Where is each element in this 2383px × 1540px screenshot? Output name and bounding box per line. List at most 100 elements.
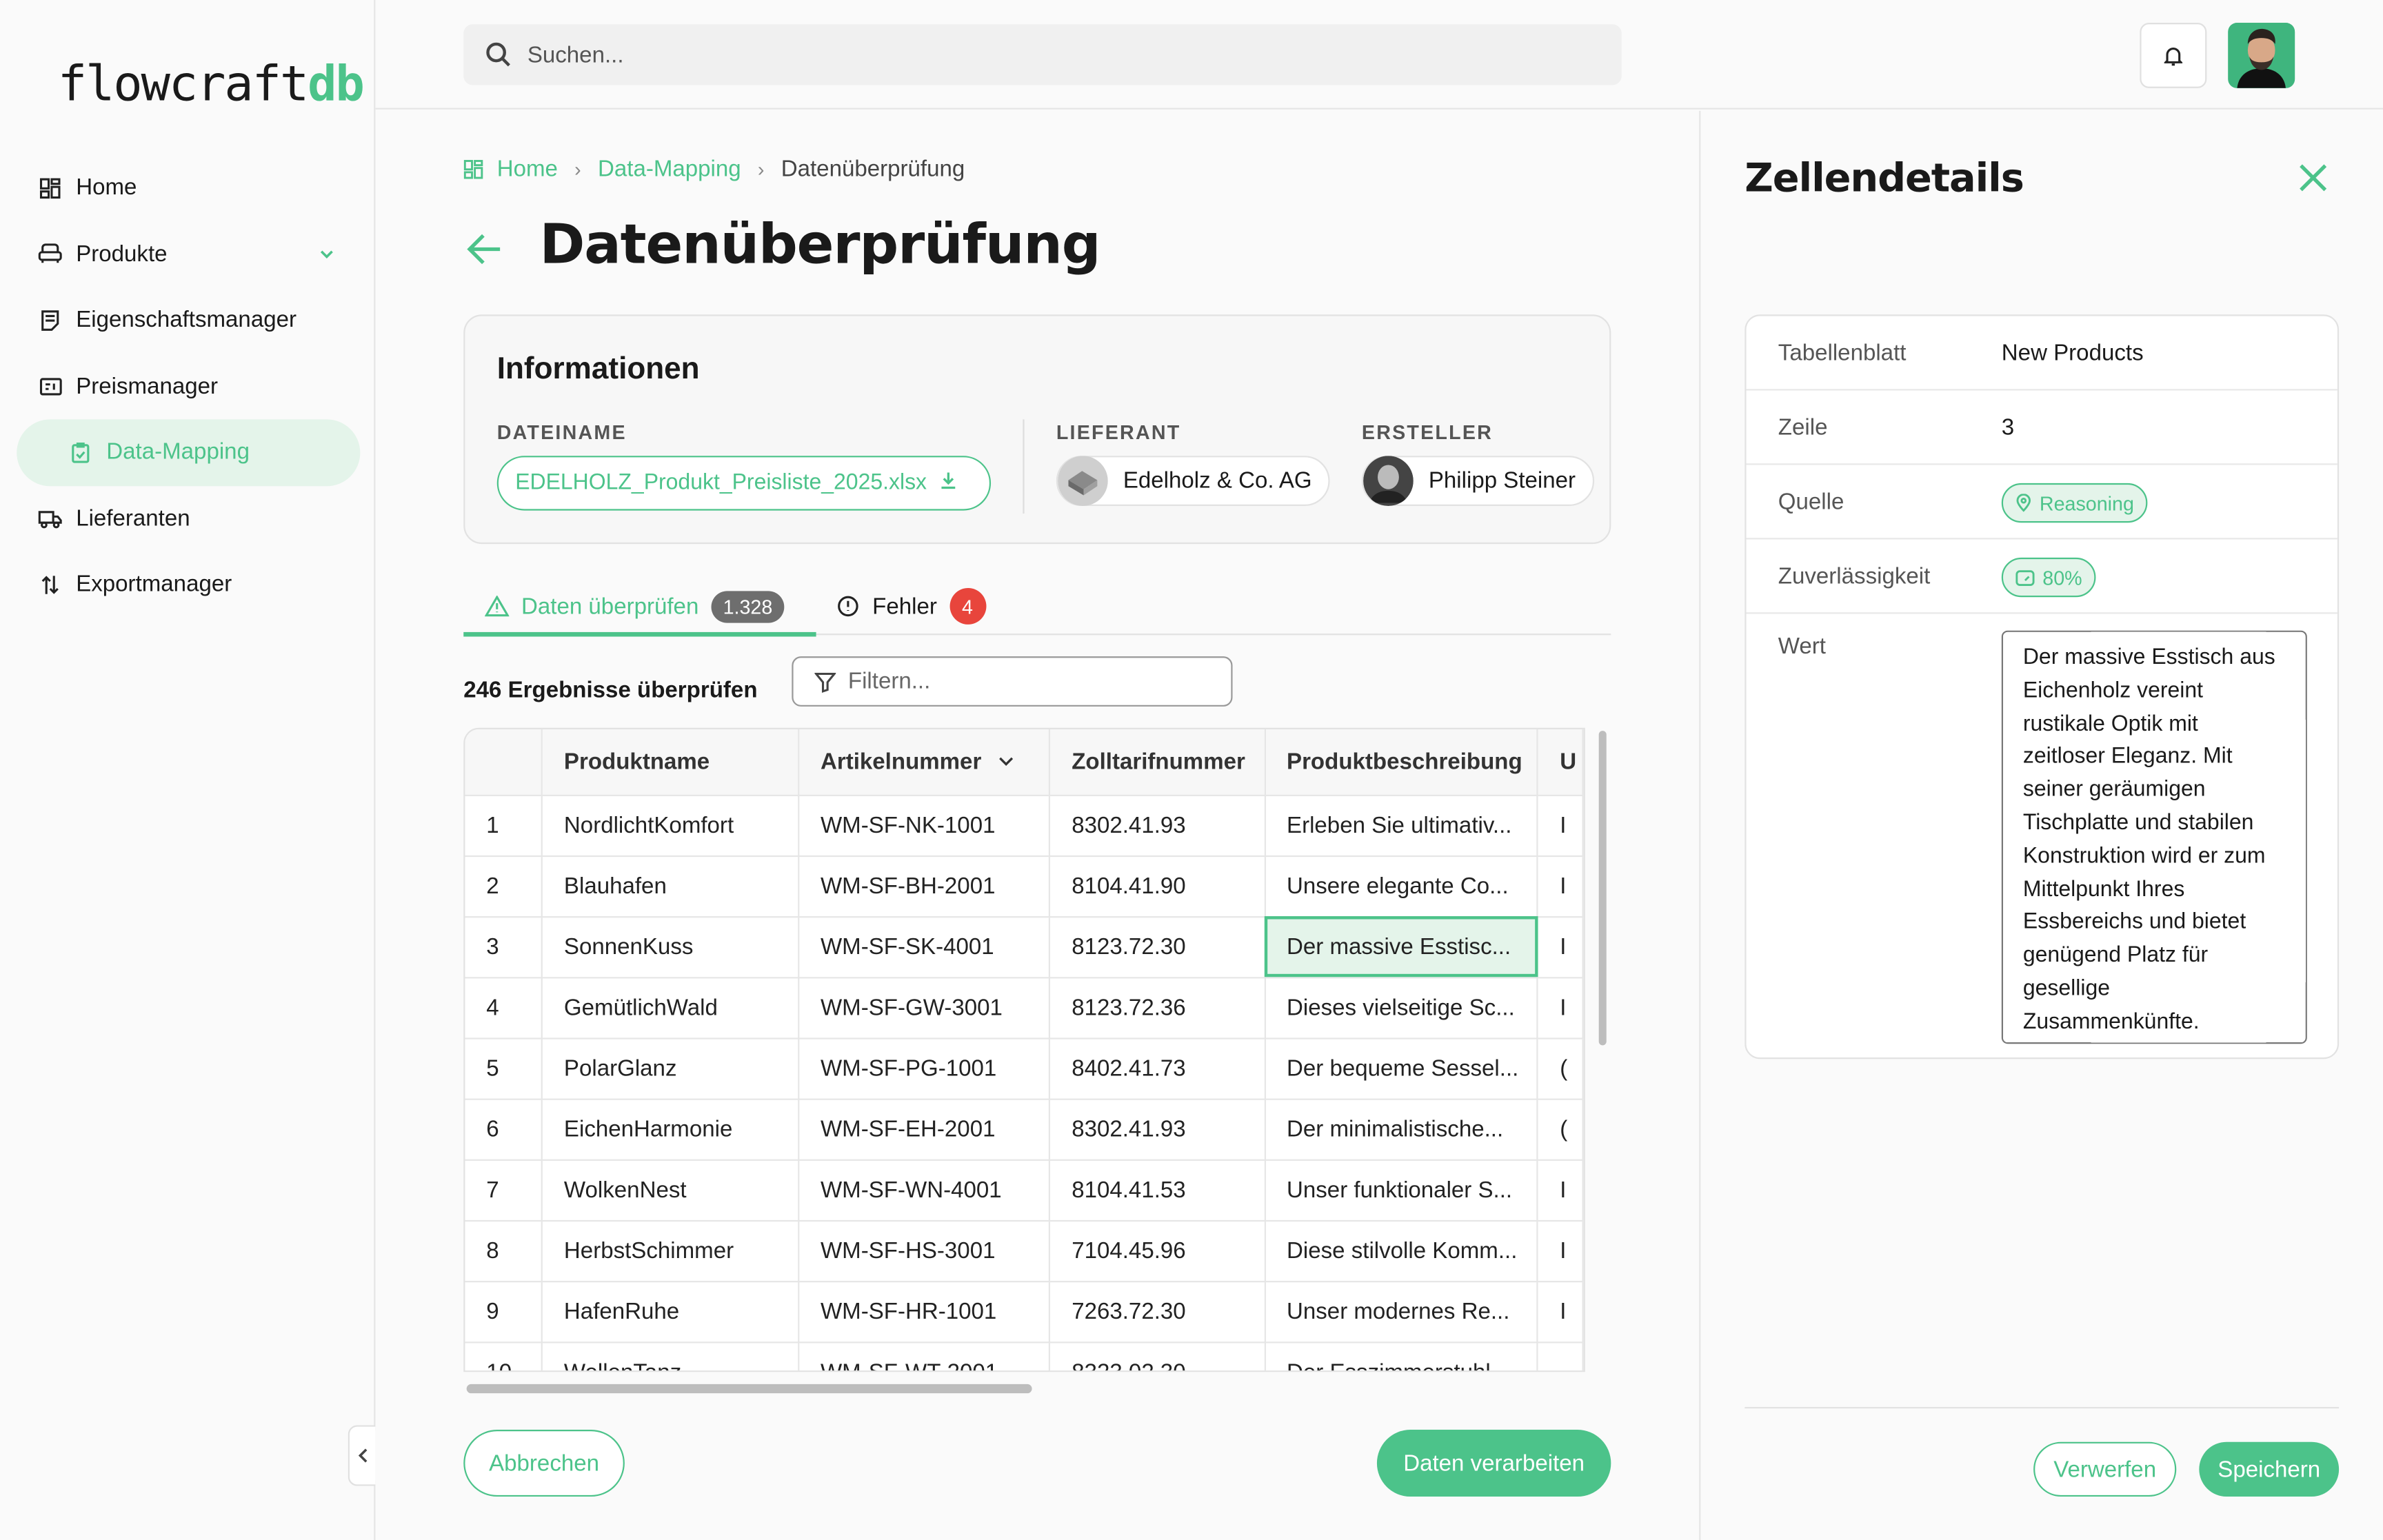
table-cell[interactable]: Der massive Esstisc... (1265, 916, 1539, 978)
column-header-sortable[interactable]: Artikelnummer (798, 729, 1051, 796)
sidebar-item-exportmanager[interactable]: Exportmanager (17, 551, 360, 618)
table-cell[interactable]: WM-SF-EH-2001 (798, 1098, 1051, 1160)
cell-value-textarea[interactable] (2001, 630, 2307, 1044)
table-row[interactable]: 10 WellenTanz WM-SF-WT-2001 8323.02.30 Der E… (465, 1341, 1584, 1371)
table-cell[interactable]: I (1538, 977, 1584, 1039)
horizontal-scrollbar[interactable] (466, 1384, 1032, 1394)
sidebar-item-data-mapping[interactable]: Data-Mapping (17, 419, 361, 486)
logo[interactable]: flowcraftdb (58, 54, 365, 112)
table-cell[interactable]: 8123.72.30 (1049, 916, 1266, 978)
table-row[interactable]: 5 PolarGlanz WM-SF-PG-1001 8402.41.73 Der be… (465, 1037, 1584, 1100)
table-cell[interactable]: Der minimalistische... (1265, 1098, 1539, 1160)
table-cell[interactable]: Unsere elegante Co... (1265, 855, 1539, 918)
table-cell[interactable]: WM-SF-HS-3001 (798, 1219, 1051, 1282)
table-cell[interactable]: WM-SF-NK-1001 (798, 794, 1051, 857)
save-button[interactable]: Speichern (2199, 1441, 2340, 1497)
table-cell[interactable]: WellenTanz (541, 1341, 800, 1371)
back-button[interactable] (467, 232, 503, 274)
creator-chip[interactable]: Philipp Steiner (1361, 456, 1594, 506)
table-row[interactable]: 6 EichenHarmonie WM-SF-EH-2001 8302.41.93 De… (465, 1098, 1584, 1160)
column-header[interactable]: Zolltarifnummer (1049, 729, 1266, 796)
sidebar-item-preismanager[interactable]: Preismanager (17, 353, 360, 419)
table-cell[interactable]: WM-SF-WN-4001 (798, 1159, 1051, 1221)
table-cell[interactable]: HafenRuhe (541, 1281, 800, 1343)
table-cell[interactable]: 8104.41.53 (1049, 1159, 1266, 1221)
table-cell[interactable]: ( (1538, 1098, 1584, 1160)
table-cell[interactable]: WM-SF-BH-2001 (798, 855, 1051, 918)
table-cell[interactable]: 8323.02.30 (1049, 1341, 1266, 1371)
user-avatar[interactable] (2228, 23, 2295, 88)
filter-box[interactable] (792, 656, 1233, 707)
notifications-button[interactable] (2140, 23, 2207, 88)
table-cell[interactable]: Der bequeme Sessel... (1265, 1037, 1539, 1100)
table-cell[interactable]: 7104.45.96 (1049, 1219, 1266, 1282)
cancel-button[interactable]: Abbrechen (463, 1430, 625, 1497)
table-cell[interactable]: Erleben Sie ultimativ... (1265, 794, 1539, 857)
sidebar-item-home[interactable]: Home (17, 155, 360, 221)
table-cell[interactable]: 8302.41.93 (1049, 794, 1266, 857)
table-row[interactable]: 7 WolkenNest WM-SF-WN-4001 8104.41.53 Unser … (465, 1159, 1584, 1221)
table-cell[interactable] (1538, 1341, 1584, 1371)
table-cell[interactable]: I (1538, 1281, 1584, 1343)
breadcrumb-data-mapping[interactable]: Data-Mapping (598, 156, 741, 182)
table-cell[interactable]: I (1538, 855, 1584, 918)
column-header[interactable]: U (1538, 729, 1584, 796)
table-cell[interactable]: Der Esszimmerstuhl... (1265, 1341, 1539, 1371)
table-row[interactable]: 8 HerbstSchimmer WM-SF-HS-3001 7104.45.96 Di… (465, 1219, 1584, 1282)
sidebar-item-label: Preismanager (76, 373, 219, 400)
discard-button[interactable]: Verwerfen (2033, 1441, 2177, 1497)
table-cell[interactable]: GemütlichWald (541, 977, 800, 1039)
table-cell[interactable]: WM-SF-GW-3001 (798, 977, 1051, 1039)
file-download-link[interactable]: EDELHOLZ_Produkt_Preisliste_2025.xlsx (496, 456, 992, 511)
table-cell[interactable]: 7263.72.30 (1049, 1281, 1266, 1343)
search-input[interactable] (527, 41, 1561, 68)
tab-errors[interactable]: Fehler 4 (837, 585, 986, 628)
table-cell[interactable]: Dieses vielseitige Sc... (1265, 977, 1539, 1039)
table-cell[interactable]: I (1538, 1159, 1584, 1221)
table-cell[interactable]: 8402.41.73 (1049, 1037, 1266, 1100)
tab-data-review[interactable]: Daten überprüfen 1.328 (485, 585, 785, 628)
table-cell[interactable]: NordlichtKomfort (541, 794, 800, 857)
table-row[interactable]: 9 HafenRuhe WM-SF-HR-1001 7263.72.30 Unser m… (465, 1281, 1584, 1343)
sidebar-nav: Home Produkte Eigenschaftsmanager Preism… (17, 155, 361, 618)
sidebar-item-produkte[interactable]: Produkte (17, 221, 360, 287)
table-cell[interactable]: WM-SF-PG-1001 (798, 1037, 1051, 1100)
table-cell[interactable]: PolarGlanz (541, 1037, 800, 1100)
breadcrumb-home[interactable]: Home (497, 156, 558, 182)
search-bar[interactable] (463, 24, 1622, 85)
vertical-scrollbar[interactable] (1598, 731, 1607, 1046)
table-row[interactable]: 1 NordlichtKomfort WM-SF-NK-1001 8302.41.93… (465, 794, 1584, 857)
table-row[interactable]: 2 Blauhafen WM-SF-BH-2001 8104.41.90 Unsere … (465, 855, 1584, 918)
table-cell[interactable]: 8104.41.90 (1049, 855, 1266, 918)
table-cell[interactable]: WM-SF-WT-2001 (798, 1341, 1051, 1371)
column-header[interactable]: Produktname (541, 729, 800, 796)
table-cell[interactable]: I (1538, 1219, 1584, 1282)
table-cell[interactable]: Unser funktionaler S... (1265, 1159, 1539, 1221)
table-row[interactable]: 4 GemütlichWald WM-SF-GW-3001 8123.72.36 Die… (465, 977, 1584, 1039)
column-header[interactable]: Produktbeschreibung (1265, 729, 1539, 796)
table-cell[interactable]: HerbstSchimmer (541, 1219, 800, 1282)
close-button[interactable] (2295, 159, 2331, 203)
table-cell[interactable]: EichenHarmonie (541, 1098, 800, 1160)
table-cell[interactable]: Blauhafen (541, 855, 800, 918)
table-cell[interactable]: ( (1538, 1037, 1584, 1100)
table-cell[interactable]: 8302.41.93 (1049, 1098, 1266, 1160)
sidebar-item-lieferanten[interactable]: Lieferanten (17, 485, 360, 551)
table-cell[interactable]: I (1538, 794, 1584, 857)
table-cell[interactable]: WM-SF-HR-1001 (798, 1281, 1051, 1343)
sidebar-collapse-button[interactable] (348, 1425, 376, 1486)
table-cell[interactable]: Unser modernes Re... (1265, 1281, 1539, 1343)
table-row[interactable]: 3 SonnenKuss WM-SF-SK-4001 8123.72.30 Der ma… (465, 916, 1584, 978)
table-cell[interactable]: WM-SF-SK-4001 (798, 916, 1051, 978)
table-cell[interactable]: I (1538, 916, 1584, 978)
table-cell[interactable]: WolkenNest (541, 1159, 800, 1221)
filter-input[interactable] (847, 668, 1213, 695)
supplier-chip[interactable]: Edelholz & Co. AG (1056, 456, 1331, 506)
table-cell[interactable]: SonnenKuss (541, 916, 800, 978)
table-cell[interactable]: Diese stilvolle Komm... (1265, 1219, 1539, 1282)
chevron-down-icon[interactable] (318, 243, 336, 268)
process-data-button[interactable]: Daten verarbeiten (1376, 1430, 1611, 1497)
sidebar-item-eigenschaftsmanager[interactable]: Eigenschaftsmanager (17, 287, 360, 354)
table-cell[interactable]: 8123.72.36 (1049, 977, 1266, 1039)
error-count-badge: 4 (949, 587, 986, 625)
